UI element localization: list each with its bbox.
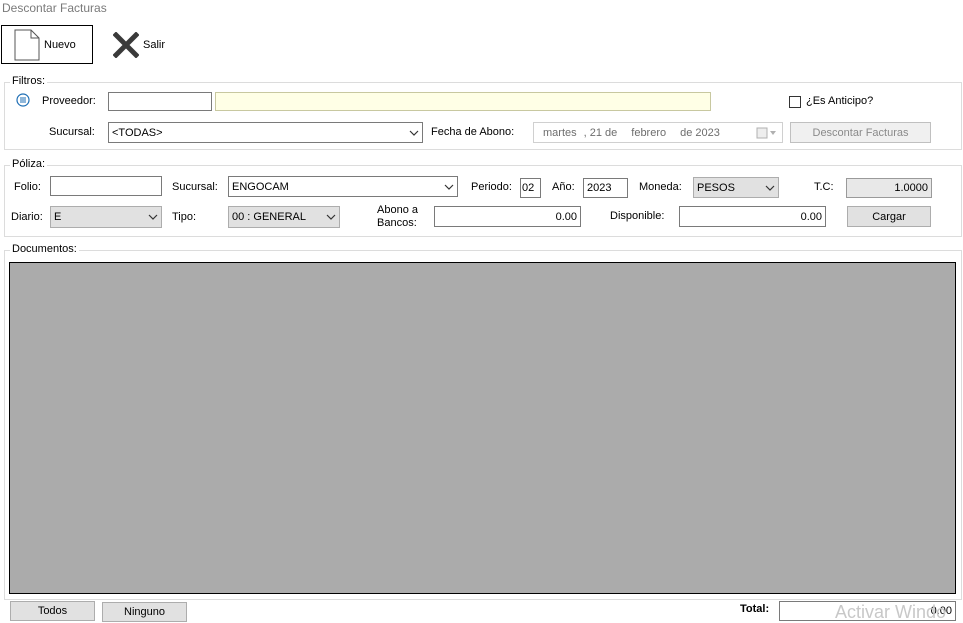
moneda-label: Moneda: [639, 181, 682, 193]
folio-input[interactable] [50, 176, 162, 196]
fecha-weekday: martes [543, 126, 577, 139]
diario-select[interactable]: E [50, 206, 162, 228]
chevron-down-icon [326, 214, 336, 220]
tc-field: 1.0000 [846, 178, 932, 198]
nuevo-label: Nuevo [44, 38, 76, 51]
fecha-abono-label: Fecha de Abono: [431, 126, 515, 138]
fecha-day: , 21 de [583, 126, 618, 139]
activation-watermark: Activar Windo [835, 602, 947, 622]
proveedor-name-field [215, 92, 711, 111]
fecha-year: de 2023 [680, 126, 720, 139]
ninguno-button[interactable]: Ninguno [102, 602, 187, 622]
anio-label: Año: [552, 181, 575, 193]
fecha-month: febrero [631, 126, 667, 139]
tipo-label: Tipo: [172, 211, 197, 223]
moneda-value: PESOS [697, 181, 735, 194]
total-label: Total: [740, 603, 770, 615]
close-icon [113, 32, 139, 58]
diario-label: Diario: [11, 211, 43, 223]
chevron-down-icon [444, 184, 454, 190]
window-title: Descontar Facturas [2, 1, 107, 15]
todos-button[interactable]: Todos [10, 601, 95, 621]
disponible-field: 0.00 [679, 206, 826, 227]
salir-button[interactable]: Salir [113, 30, 165, 60]
salir-label: Salir [143, 39, 166, 51]
periodo-input[interactable]: 02 [520, 178, 541, 198]
folio-label: Folio: [14, 181, 41, 193]
poliza-sucursal-value: ENGOCAM [232, 180, 289, 193]
moneda-select[interactable]: PESOS [693, 177, 779, 198]
proveedor-code-input[interactable] [108, 92, 212, 111]
documentos-title: Documentos: [10, 243, 79, 255]
poliza-sucursal-select[interactable]: ENGOCAM [228, 176, 458, 197]
filtros-sucursal-select[interactable]: <TODAS> [108, 122, 423, 143]
chevron-down-icon [765, 185, 775, 191]
disponible-label: Disponible: [610, 210, 665, 222]
abono-bancos-label-line2: Bancos: [377, 217, 417, 229]
anticipo-label: ¿Es Anticipo? [806, 95, 874, 107]
tipo-select[interactable]: 00 : GENERAL [228, 206, 340, 228]
filtros-sucursal-label: Sucursal: [49, 126, 95, 138]
anticipo-checkbox[interactable] [789, 96, 801, 108]
tc-label: T.C: [814, 181, 834, 193]
poliza-title: Póliza: [10, 158, 48, 170]
chevron-down-icon [409, 130, 419, 136]
filtros-sucursal-value: <TODAS> [112, 126, 163, 139]
documentos-grid[interactable] [9, 262, 956, 594]
proveedor-label: Proveedor: [42, 95, 96, 107]
tipo-value: 00 : GENERAL [232, 211, 306, 223]
periodo-label: Periodo: [471, 181, 512, 193]
abono-bancos-input[interactable]: 0.00 [434, 206, 581, 227]
poliza-sucursal-label: Sucursal: [172, 181, 218, 193]
descontar-facturas-button[interactable]: Descontar Facturas [790, 122, 931, 143]
cargar-button[interactable]: Cargar [847, 206, 931, 227]
fecha-abono-picker[interactable]: martes , 21 de febrero de 2023 [533, 122, 783, 143]
new-document-icon [14, 29, 40, 60]
anio-input[interactable]: 2023 [583, 178, 628, 198]
calendar-icon [756, 127, 776, 138]
nuevo-button[interactable]: Nuevo [1, 25, 93, 64]
chevron-down-icon [148, 214, 158, 220]
filtros-title: Filtros: [10, 75, 47, 87]
abono-bancos-label-line1: Abono a [377, 204, 418, 216]
diario-value: E [54, 211, 62, 223]
list-icon[interactable] [16, 93, 30, 107]
